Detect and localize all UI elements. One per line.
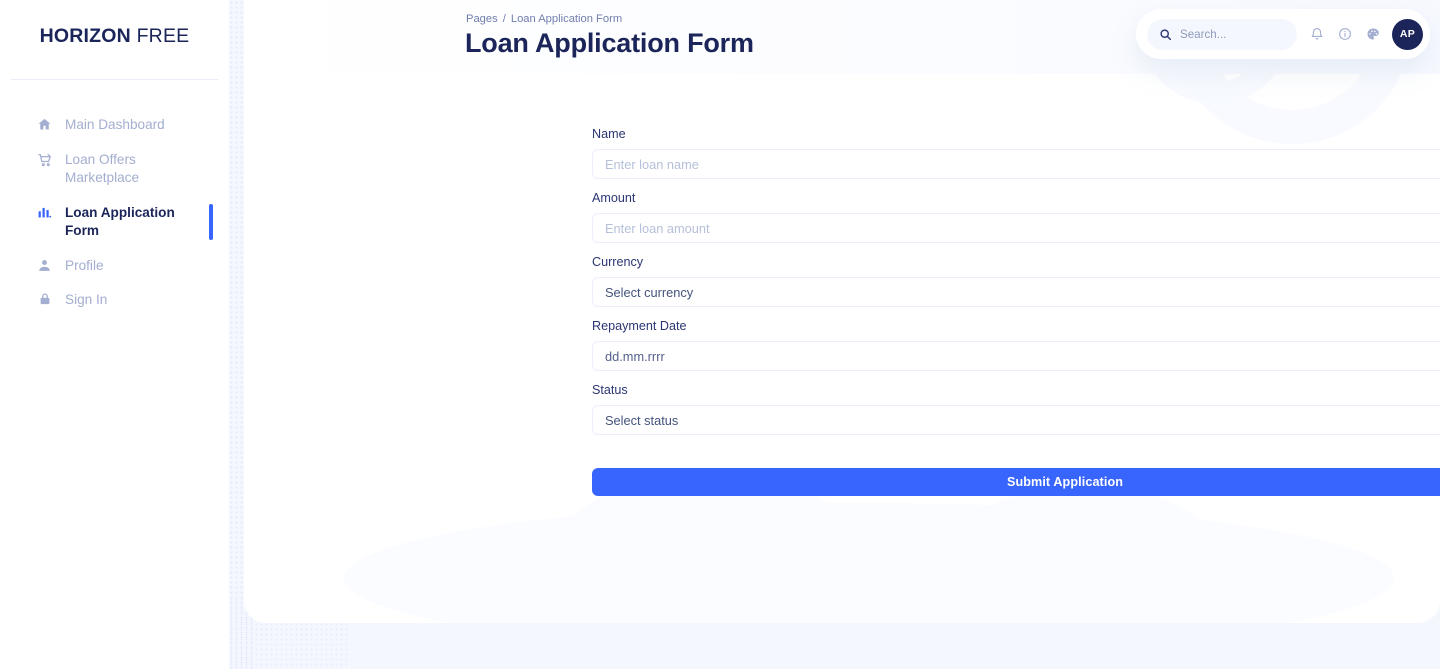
field-control: dd.mm.rrrr <box>592 341 1440 371</box>
brand-name-light: FREE <box>136 24 190 47</box>
currency-select[interactable]: Select currency <box>592 277 1440 307</box>
status-select[interactable]: Select status <box>592 405 1440 435</box>
page-background <box>229 623 1440 669</box>
breadcrumb-separator: / <box>502 13 506 25</box>
sidebar-item-loan-offers-marketplace[interactable]: Loan Offers Marketplace <box>0 143 229 196</box>
repayment-date-value: dd.mm.rrrr <box>605 348 665 364</box>
repayment-date-input[interactable]: dd.mm.rrrr <box>592 341 1440 371</box>
sidebar-active-indicator <box>209 204 213 240</box>
brand-logo[interactable]: HORIZON FREE <box>0 0 229 66</box>
sidebar-divider <box>11 79 218 80</box>
field-label: Currency <box>592 255 644 269</box>
avatar[interactable]: AP <box>1392 18 1423 50</box>
sidebar-item-main-dashboard[interactable]: Main Dashboard <box>0 108 229 143</box>
field-label: Repayment Date <box>592 319 687 333</box>
field-label: Amount <box>592 191 636 205</box>
page-title: Loan Application Form <box>465 28 754 58</box>
field-control: Select currency <box>592 277 1440 307</box>
loan-application-form: Name Amount Currency Select curren <box>592 126 1440 496</box>
sidebar-item-profile[interactable]: Profile <box>0 249 229 284</box>
top-navbar: AP <box>1136 9 1430 59</box>
currency-select-value: Select currency <box>605 284 694 300</box>
cart-icon <box>36 151 53 168</box>
submit-application-button[interactable]: Submit Application <box>592 468 1440 496</box>
breadcrumb-root[interactable]: Pages <box>466 13 498 25</box>
sidebar-item-label: Profile <box>65 257 104 273</box>
decorative-blob-wide <box>344 503 1394 623</box>
home-icon <box>36 116 53 132</box>
app-root: HORIZON FREE Main Dashboard Loan Offers … <box>0 0 1440 669</box>
brand-text: HORIZON FREE <box>40 25 190 48</box>
person-icon <box>36 257 53 273</box>
brand-name-strong: HORIZON <box>39 24 131 47</box>
status-select-value: Select status <box>605 412 679 428</box>
sidebar-item-loan-application-form[interactable]: Loan Application Form <box>0 196 229 249</box>
search-input[interactable] <box>1180 27 1285 41</box>
breadcrumb: Pages / Loan Application Form <box>466 13 622 25</box>
main-content-area: Name Amount Currency Select curren <box>229 0 1440 669</box>
field-name: Name <box>592 126 1440 179</box>
sidebar-nav: Main Dashboard Loan Offers Marketplace L… <box>0 108 229 318</box>
field-label: Name <box>592 127 626 141</box>
sidebar-item-sign-in[interactable]: Sign In <box>0 283 229 318</box>
sidebar-item-label: Main Dashboard <box>65 117 165 132</box>
decorative-blob-right <box>934 485 1234 623</box>
loan-amount-input[interactable] <box>592 213 1440 243</box>
sidebar-item-label: Loan Application Form <box>65 204 175 239</box>
search-box[interactable] <box>1147 18 1297 50</box>
loan-name-input[interactable] <box>592 149 1440 179</box>
sidebar-item-label: Loan Offers Marketplace <box>65 151 140 186</box>
field-status: Status Select status <box>592 382 1440 435</box>
sidebar-item-label: Sign In <box>65 292 108 307</box>
field-control: Select status <box>592 405 1440 435</box>
content-card: Name Amount Currency Select curren <box>244 0 1440 623</box>
bar-chart-icon <box>36 204 53 220</box>
bell-icon[interactable] <box>1308 26 1325 43</box>
field-repayment-date: Repayment Date dd.mm.rrrr <box>592 318 1440 371</box>
field-currency: Currency Select currency <box>592 254 1440 307</box>
search-icon <box>1159 28 1172 41</box>
lock-icon <box>36 291 53 306</box>
field-control <box>592 149 1440 179</box>
field-label: Status <box>592 383 628 397</box>
field-amount: Amount <box>592 190 1440 243</box>
field-control <box>592 213 1440 243</box>
info-circle-icon[interactable] <box>1336 26 1353 43</box>
sidebar: HORIZON FREE Main Dashboard Loan Offers … <box>0 0 229 669</box>
breadcrumb-current: Loan Application Form <box>510 13 623 25</box>
palette-icon[interactable] <box>1364 26 1381 43</box>
